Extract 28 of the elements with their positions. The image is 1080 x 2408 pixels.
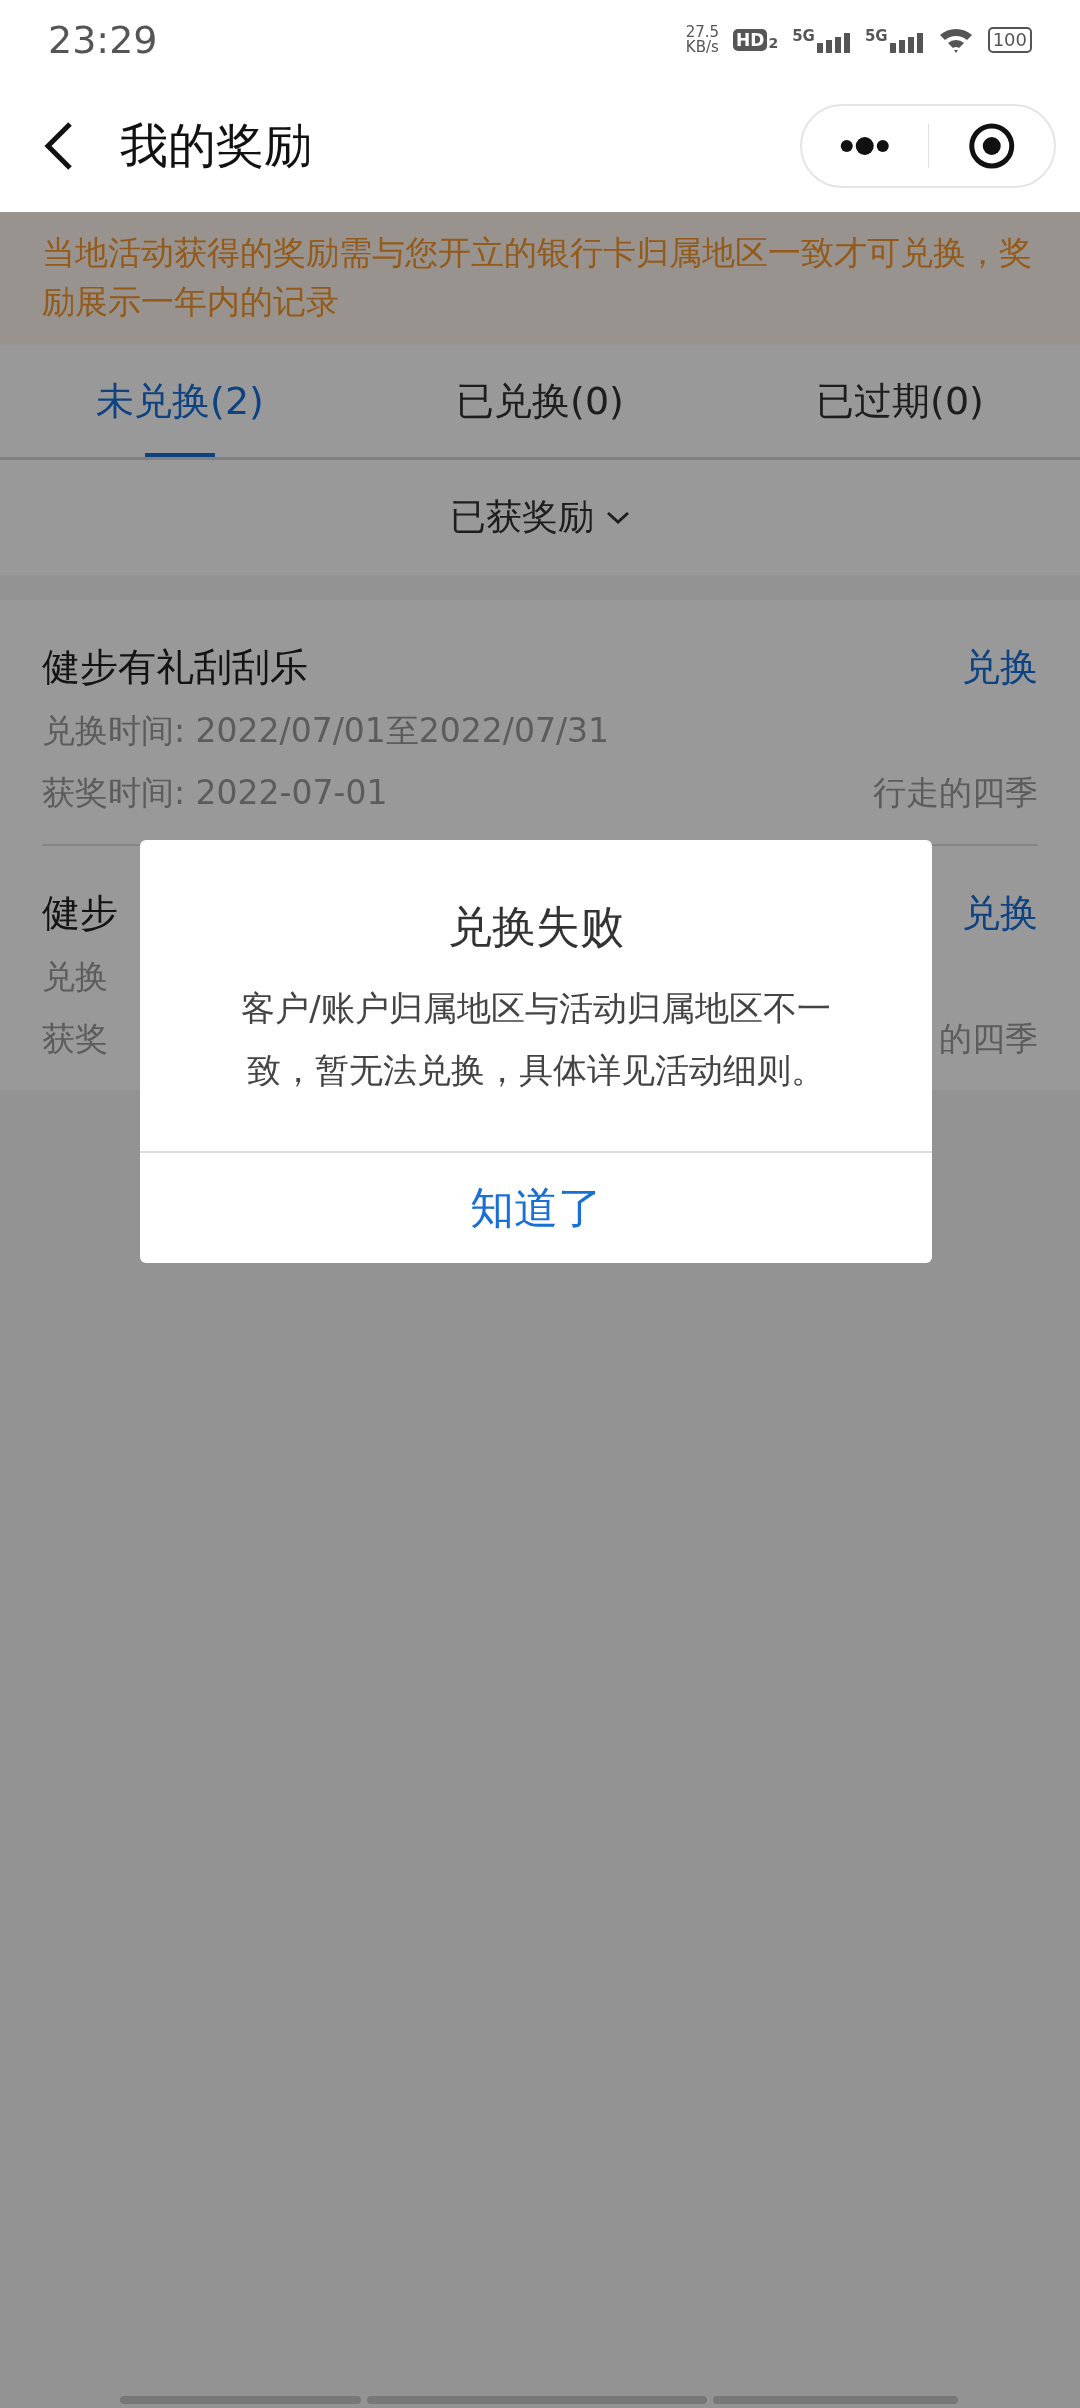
- network-speed: 27.5: [685, 25, 720, 40]
- dialog-title: 兑换失败: [448, 900, 624, 954]
- network-label: 5G: [792, 27, 815, 45]
- reward-source: 的四季: [939, 1018, 1038, 1060]
- reward-title: 健步有礼刮刮乐: [42, 644, 308, 691]
- filter-dropdown[interactable]: 已获奖励: [450, 493, 630, 542]
- network-label: 5G: [864, 27, 888, 45]
- hd-badge: HD: [733, 29, 768, 51]
- clock: 23:29: [48, 18, 158, 62]
- reward-source: 行走的四季: [873, 772, 1038, 814]
- hd-sub: 2: [768, 35, 779, 51]
- redeem-period: 兑换时间: 2022/07/01至2022/07/31: [42, 710, 609, 752]
- chevron-down-icon: [606, 510, 630, 525]
- battery-icon: 100: [987, 27, 1032, 53]
- reward-title: 健步: [42, 890, 118, 937]
- notice-text: 当地活动获得的奖励需与您开立的银行卡归属地区一致才可兑换，奖励展示一年内的记录: [42, 232, 1033, 323]
- speed-unit: KB/s: [685, 40, 719, 55]
- tab[interactable]: 已兑换(0): [360, 345, 720, 457]
- redeem-link[interactable]: 兑换: [962, 636, 1038, 698]
- page-title: 我的奖励: [120, 116, 313, 175]
- redeem-period: 兑换: [42, 956, 108, 998]
- tab[interactable]: 未兑换(2): [0, 345, 360, 457]
- tab[interactable]: 已过期(0): [720, 345, 1080, 457]
- dialog-message: 客户/账户归属地区与活动归属地区不一致，暂无法兑换，具体详见活动细则。: [240, 987, 832, 1092]
- award-date: 获奖时间: 2022-07-01: [42, 772, 388, 814]
- redeem-link[interactable]: 兑换: [962, 882, 1038, 944]
- confirm-button[interactable]: 知道了: [140, 1151, 932, 1263]
- award-date: 获奖: [42, 1018, 108, 1060]
